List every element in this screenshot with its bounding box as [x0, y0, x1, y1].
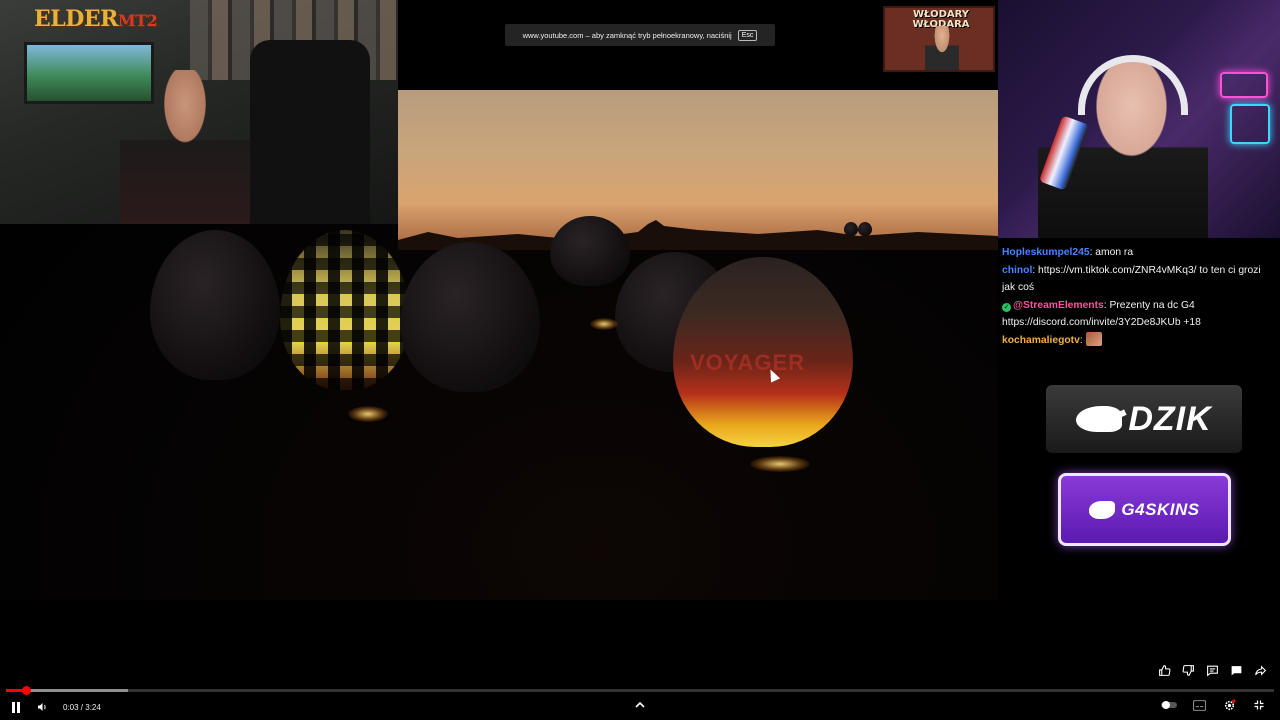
boar-icon	[1076, 406, 1123, 432]
progress-bar[interactable]	[6, 686, 1274, 695]
elder-logo-text: ELDER	[34, 6, 118, 32]
dzik-logo-text: DZIK	[1128, 399, 1212, 438]
verified-check-icon: ✓	[1002, 302, 1011, 312]
poster-figure	[925, 26, 959, 70]
chat-text: : https://vm.tiktok.com/ZNR4vMKq3/ to te…	[1002, 264, 1261, 294]
balloon-brand-text: VOYAGER	[690, 350, 806, 375]
stream-chat: Hopleskumpel245: amon ra chinol: https:/…	[998, 238, 1280, 354]
hot-air-balloon	[150, 230, 280, 380]
streamer-left	[120, 70, 250, 224]
hot-air-balloon	[550, 216, 630, 286]
exit-fullscreen-icon[interactable]	[1246, 694, 1272, 716]
gear-icon[interactable]	[1216, 694, 1242, 716]
comment-icon[interactable]	[1204, 662, 1220, 678]
g4skins-sponsor-logo: G4SKINS	[1058, 473, 1231, 546]
video-actions	[1156, 662, 1268, 678]
autoplay-toggle-icon[interactable]	[1156, 694, 1182, 716]
thumb-up-icon[interactable]	[1156, 662, 1172, 678]
burner-glow	[590, 318, 618, 330]
g4skins-icon	[1089, 500, 1116, 519]
chat-username: chinol	[1002, 264, 1033, 276]
share-icon[interactable]	[1252, 662, 1268, 678]
burner-glow	[348, 406, 388, 422]
hot-air-balloon	[280, 230, 410, 390]
chat-emote-icon	[1085, 331, 1102, 346]
pause-icon	[12, 701, 20, 713]
hot-air-balloon	[844, 222, 858, 236]
neon-light	[1230, 104, 1270, 144]
chat-message: kochamaliegotv:	[1002, 331, 1276, 350]
time-display: 0:03 / 3:24	[63, 702, 101, 712]
player-controls-right	[1156, 694, 1272, 716]
esc-key-hint: Esc	[737, 29, 758, 41]
chat-icon[interactable]	[1228, 662, 1244, 678]
elder-logo-suffix: MT2	[117, 11, 158, 30]
volume-icon	[37, 703, 46, 711]
chat-username: kochamaliegotv	[1002, 334, 1080, 346]
subtitles-icon[interactable]	[1186, 694, 1212, 716]
right-webcam	[998, 0, 1280, 238]
pause-button[interactable]	[3, 696, 29, 718]
thumb-down-icon[interactable]	[1180, 662, 1196, 678]
chat-username: @StreamElements	[1013, 299, 1104, 311]
fullscreen-notice-text: www.youtube.com – aby zamknąć tryb pełno…	[522, 30, 732, 40]
chevron-up-icon[interactable]	[632, 698, 648, 712]
gaming-chair	[250, 40, 370, 224]
g4skins-logo-text: G4SKINS	[1121, 499, 1200, 519]
chat-message: Hopleskumpel245: amon ra	[1002, 244, 1276, 262]
fullscreen-notice: www.youtube.com – aby zamknąć tryb pełno…	[505, 24, 775, 46]
chat-message: ✓ @StreamElements: Prezenty na dc G4 http…	[1002, 297, 1276, 332]
chat-message: chinol: https://vm.tiktok.com/ZNR4vMKq3/…	[1002, 262, 1276, 297]
neon-sign	[1220, 72, 1268, 98]
elder-logo: ELDERMT2	[34, 6, 158, 32]
wlodary-poster: WŁODARY WŁODARA	[883, 6, 995, 72]
left-webcam: ELDERMT2	[0, 0, 398, 224]
chat-text: :	[1079, 334, 1083, 346]
hot-air-balloon	[858, 222, 872, 236]
chat-username: Hopleskumpel245	[1002, 247, 1090, 258]
volume-button[interactable]	[29, 696, 55, 718]
burner-glow	[750, 456, 810, 472]
chat-text: : amon ra	[1089, 247, 1134, 258]
dzik-sponsor-logo: DZIK	[1046, 385, 1242, 453]
hot-air-balloon	[400, 242, 540, 392]
